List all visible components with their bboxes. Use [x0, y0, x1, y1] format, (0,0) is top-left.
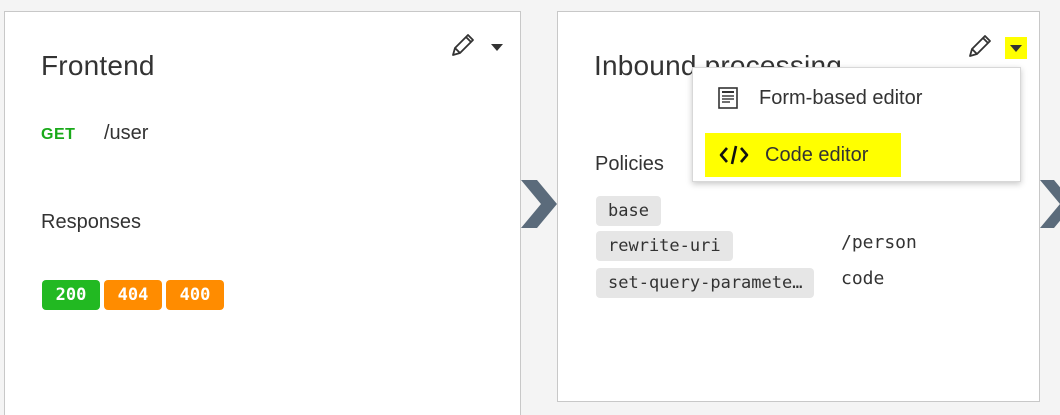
flow-arrow-icon — [521, 180, 557, 228]
chevron-down-icon[interactable] — [488, 38, 506, 56]
chevron-down-icon[interactable] — [1005, 37, 1027, 59]
response-badge-404[interactable]: 404 — [104, 280, 162, 310]
responses-label: Responses — [41, 211, 142, 233]
policy-row: set-query-paramete… — [596, 268, 815, 298]
editor-dropdown-menu: Form-based editor Code editor — [692, 67, 1021, 182]
edit-pencil-icon[interactable] — [448, 30, 478, 60]
frontend-title: Frontend — [41, 50, 155, 81]
frontend-card: Frontend GET /user Responses 200 404 400 — [4, 11, 521, 415]
menu-item-code-editor[interactable]: Code editor — [705, 133, 901, 177]
http-method: GET — [41, 126, 76, 143]
form-icon — [713, 83, 743, 113]
response-badge-400[interactable]: 400 — [166, 280, 224, 310]
policy-chip[interactable]: set-query-paramete… — [596, 268, 815, 298]
policy-row: rewrite-uri — [596, 231, 733, 261]
menu-item-form-editor[interactable]: Form-based editor — [713, 80, 922, 116]
policy-row: base — [596, 196, 661, 226]
policy-value: /person — [841, 232, 917, 253]
policy-chip[interactable]: rewrite-uri — [596, 231, 733, 261]
flow-arrow-icon — [1040, 180, 1060, 228]
code-icon — [719, 140, 749, 170]
policies-label: Policies — [595, 153, 664, 175]
operation-path: /user — [104, 122, 149, 144]
menu-item-label: Code editor — [765, 143, 869, 166]
response-badges: 200 404 400 — [42, 280, 224, 310]
policy-chip[interactable]: base — [596, 196, 661, 226]
edit-pencil-icon[interactable] — [965, 31, 995, 61]
menu-item-label: Form-based editor — [759, 86, 923, 109]
policy-value: code — [841, 268, 885, 289]
response-badge-200[interactable]: 200 — [42, 280, 100, 310]
